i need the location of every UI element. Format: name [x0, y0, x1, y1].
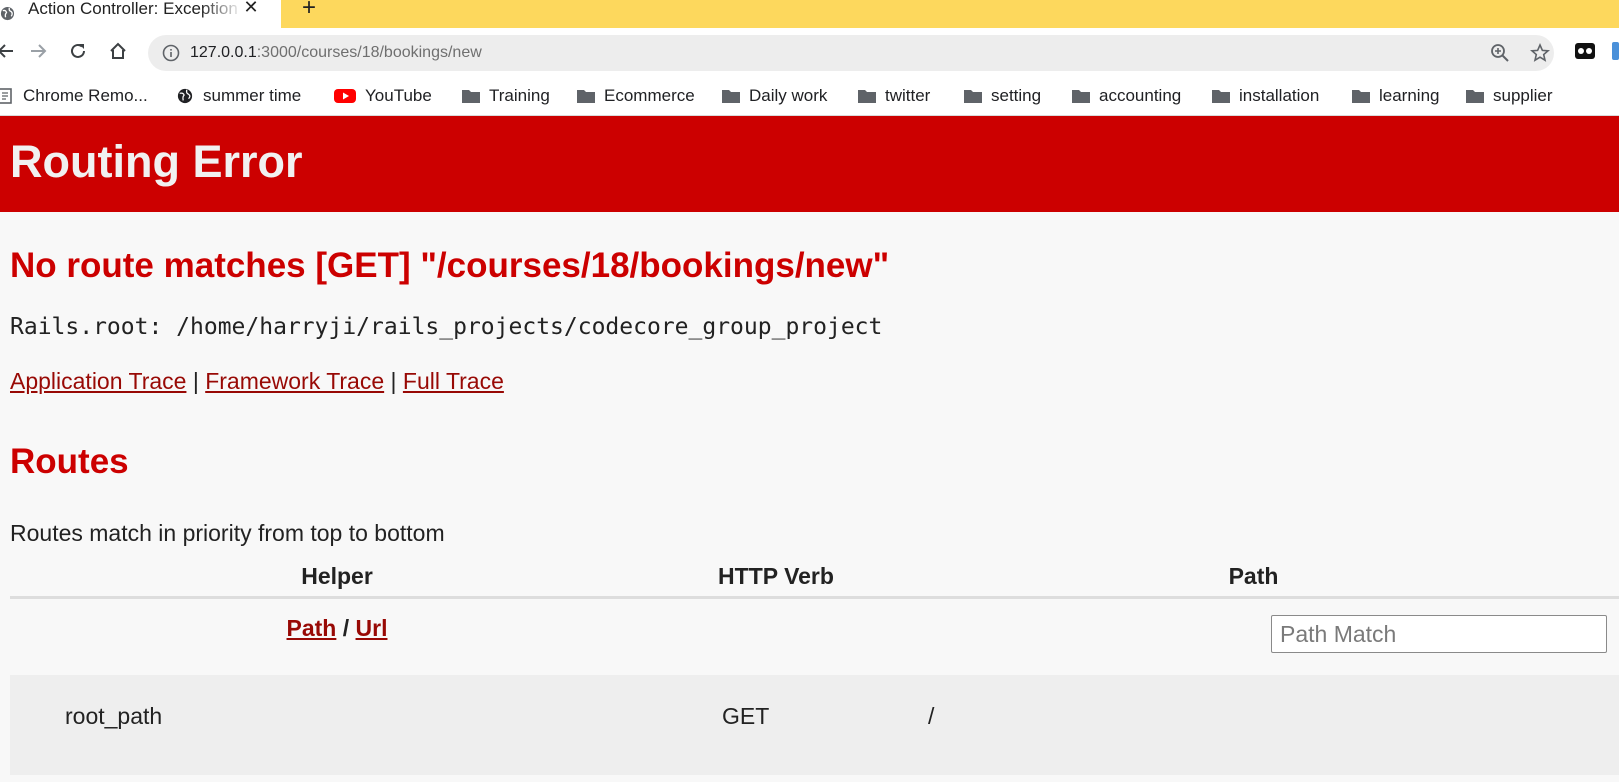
- globe-icon: [177, 88, 193, 104]
- application-trace-link[interactable]: Application Trace: [10, 368, 186, 394]
- bookmark-label: setting: [991, 86, 1042, 105]
- forward-arrow-icon: [31, 44, 47, 58]
- helper-format-links: Path / Url: [10, 615, 664, 642]
- bookmark-installation[interactable]: installation: [1212, 76, 1319, 116]
- browser-toolbar: 127.0.0.1:3000/courses/18/bookings/new: [0, 28, 1619, 76]
- extension-icon[interactable]: [1574, 40, 1596, 62]
- tab-strip: Action Controller: Exception caught ✕ +: [0, 0, 1619, 28]
- rails-root: Rails.root: /home/harryji/rails_projects…: [10, 314, 883, 340]
- bookmark-training[interactable]: Training: [462, 76, 550, 116]
- bookmark-ecommerce[interactable]: Ecommerce: [577, 76, 695, 116]
- path-link[interactable]: Path: [287, 615, 337, 641]
- folder-icon: [1352, 90, 1370, 103]
- bookmark-accounting[interactable]: accounting: [1072, 76, 1181, 116]
- folder-icon: [1072, 90, 1090, 103]
- path-match-input[interactable]: [1271, 615, 1607, 653]
- route-verb: GET: [722, 703, 770, 729]
- route-helper: root_path: [65, 703, 163, 729]
- home-icon: [110, 42, 126, 59]
- bookmark-chrome-remote[interactable]: Chrome Remo...: [0, 76, 148, 116]
- bookmark-supplier[interactable]: supplier: [1466, 76, 1553, 116]
- forward-button[interactable]: [24, 37, 52, 65]
- folder-icon: [577, 90, 595, 103]
- bookmark-learning[interactable]: learning: [1352, 76, 1440, 116]
- trace-separator: |: [390, 368, 397, 394]
- bookmark-label: learning: [1379, 86, 1440, 105]
- globe-icon: [0, 6, 15, 21]
- info-icon[interactable]: [162, 44, 180, 62]
- bookmark-label: accounting: [1099, 86, 1182, 105]
- column-header-path: Path: [1228, 563, 1279, 589]
- trace-separator: |: [192, 368, 199, 394]
- address-bar[interactable]: 127.0.0.1:3000/courses/18/bookings/new: [148, 35, 1554, 71]
- table-header: Helper HTTP Verb Path: [10, 556, 1619, 599]
- browser-tab[interactable]: Action Controller: Exception caught ✕: [0, 0, 281, 28]
- bookmark-setting[interactable]: setting: [964, 76, 1041, 116]
- error-header: Routing Error: [0, 116, 1619, 212]
- bookmark-star-icon[interactable]: [1530, 43, 1550, 63]
- column-header-verb: HTTP Verb: [718, 563, 834, 589]
- column-header-helper: Helper: [301, 563, 373, 589]
- url-path: :3000/courses/18/bookings/new: [256, 44, 482, 61]
- youtube-icon: [334, 89, 356, 103]
- folder-icon: [722, 90, 740, 103]
- bookmark-label: twitter: [885, 86, 931, 105]
- zoom-icon[interactable]: [1490, 43, 1510, 63]
- url-text[interactable]: 127.0.0.1:3000/courses/18/bookings/new: [190, 35, 482, 71]
- back-button[interactable]: [0, 37, 20, 65]
- bookmark-label: installation: [1239, 86, 1320, 105]
- filter-row: Path / Url: [10, 599, 1619, 671]
- page-icon: [0, 88, 12, 104]
- url-link[interactable]: Url: [356, 615, 388, 641]
- folder-icon: [1212, 90, 1230, 103]
- reload-icon: [71, 43, 85, 58]
- routes-description: Routes match in priority from top to bot…: [10, 520, 445, 546]
- routes-heading: Routes: [10, 442, 129, 481]
- close-tab-icon[interactable]: ✕: [240, 0, 262, 20]
- bookmark-label: Ecommerce: [604, 86, 695, 105]
- bookmark-daily-work[interactable]: Daily work: [722, 76, 827, 116]
- bookmark-summer-time[interactable]: summer time: [176, 76, 301, 116]
- bookmark-label: Training: [489, 86, 550, 105]
- reload-button[interactable]: [64, 37, 92, 65]
- bookmark-label: Chrome Remo...: [23, 86, 148, 105]
- tab-title: Action Controller: Exception caught: [28, 0, 243, 18]
- bookmark-label: Daily work: [749, 86, 828, 105]
- page-title: Routing Error: [10, 136, 303, 187]
- framework-trace-link[interactable]: Framework Trace: [205, 368, 384, 394]
- page-content: Routing Error No route matches [GET] "/c…: [0, 116, 1619, 782]
- bookmark-youtube[interactable]: YouTube: [334, 76, 432, 116]
- bookmark-label: YouTube: [365, 86, 432, 105]
- back-arrow-icon: [0, 44, 13, 58]
- folder-icon: [462, 90, 480, 103]
- bookmark-label: summer time: [203, 86, 302, 105]
- route-path: /: [928, 703, 935, 729]
- new-tab-button[interactable]: +: [298, 0, 320, 20]
- bookmarks-bar: Chrome Remo... summer time YouTube Train…: [0, 76, 1619, 116]
- full-trace-link[interactable]: Full Trace: [403, 368, 504, 394]
- error-message: No route matches [GET] "/courses/18/book…: [10, 246, 890, 285]
- home-button[interactable]: [104, 37, 132, 65]
- filter-separator: /: [342, 615, 350, 641]
- trace-links: Application Trace | Framework Trace | Fu…: [10, 368, 504, 395]
- table-row: root_path GET /: [10, 675, 1619, 775]
- folder-icon: [964, 90, 982, 103]
- url-host: 127.0.0.1: [190, 44, 257, 61]
- bookmark-twitter[interactable]: twitter: [858, 76, 930, 116]
- folder-icon: [858, 90, 876, 103]
- extension-icon-2[interactable]: [1612, 42, 1619, 60]
- folder-icon: [1466, 90, 1484, 103]
- bookmark-label: supplier: [1493, 86, 1553, 105]
